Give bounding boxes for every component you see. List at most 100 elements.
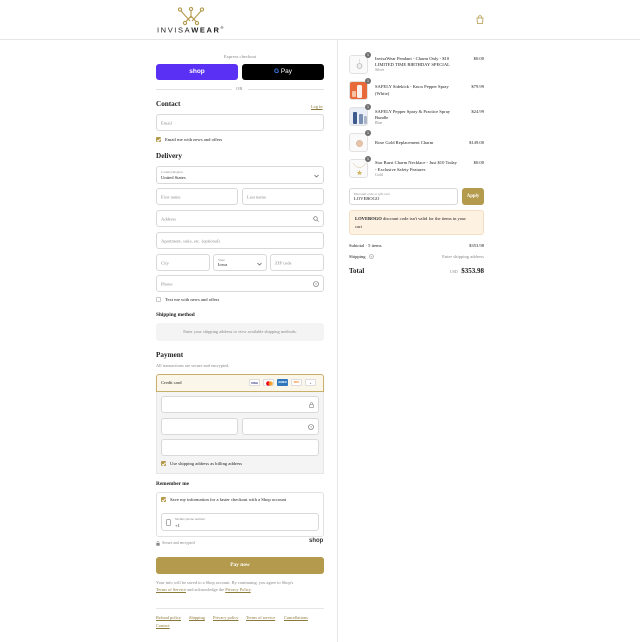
footer-link-cancellations[interactable]: Cancellations — [284, 615, 308, 620]
or-divider-label: OR — [236, 86, 243, 91]
item-price: $79.99 — [471, 84, 484, 89]
phone-field[interactable]: Phone ? — [156, 275, 324, 292]
discount-warning-code: LOVEBOGO — [355, 216, 382, 221]
city-placeholder: City — [161, 260, 169, 265]
text-news-label: Text me with news and offers — [165, 297, 220, 302]
legal-and-text: and acknowledge the — [187, 587, 225, 592]
help-circle-icon[interactable]: ? — [308, 424, 314, 430]
contact-heading: Contact — [156, 100, 181, 108]
quantity-badge: 1 — [365, 52, 371, 58]
info-circle-icon[interactable]: ? — [369, 254, 374, 259]
mobile-phone-field[interactable]: Mobile phone number +1 — [161, 513, 319, 531]
svg-text:?: ? — [315, 283, 317, 287]
item-name-line2: LIMITED TIME BIRTHDAY SPECIAL — [375, 62, 450, 67]
shopping-bag-icon[interactable] — [476, 15, 484, 24]
item-price: $24.99 — [471, 109, 484, 114]
discover-card-icon: DISC — [291, 379, 302, 386]
last-name-placeholder: Last name — [247, 194, 267, 199]
billing-same-checkbox[interactable] — [161, 461, 166, 466]
email-field[interactable]: Email — [156, 114, 324, 131]
item-name: InvisaWear Pendant - Charm Only - $10 — [375, 56, 450, 61]
shop-logo: shop — [309, 538, 324, 544]
google-pay-label: Pay — [280, 68, 293, 75]
legal-line1: Your info will be saved to a Shop accoun… — [156, 580, 294, 585]
help-circle-icon[interactable]: ? — [313, 281, 319, 287]
product-thumbnail — [349, 107, 368, 126]
text-news-checkbox[interactable] — [156, 297, 161, 302]
state-select[interactable]: State Iowa — [213, 254, 267, 271]
first-name-field[interactable]: First name — [156, 188, 238, 205]
item-price: $0.00 — [473, 56, 484, 61]
chevron-down-icon — [314, 174, 319, 178]
zip-placeholder: ZIP code — [275, 260, 292, 265]
total-label: Total — [349, 267, 365, 275]
apply-discount-button[interactable]: Apply — [462, 188, 484, 205]
google-pay-button[interactable]: G Pay — [242, 64, 324, 80]
apartment-field[interactable]: Apartment, suite, etc. (optional) — [156, 232, 324, 249]
phone-placeholder: Phone — [161, 281, 173, 286]
product-thumbnail — [349, 55, 368, 74]
footer-link-contact[interactable]: Contact — [156, 623, 170, 628]
shipping-method-heading: Shipping method — [156, 312, 195, 318]
security-code-field[interactable]: ? — [242, 418, 319, 435]
quantity-badge: 1 — [365, 104, 371, 110]
lock-icon — [156, 541, 160, 546]
item-name: Rose Gold Replacement Charm — [375, 140, 434, 145]
footer-divider — [156, 608, 324, 609]
search-icon — [313, 216, 319, 222]
mobile-phone-label: Mobile phone number — [175, 517, 206, 521]
footer-link-refund[interactable]: Refund policy — [156, 615, 181, 620]
discount-code-field[interactable]: Discount code or gift card LOVEBOGO — [349, 188, 458, 205]
shipping-method-placeholder: Enter your shipping address to view avai… — [156, 323, 324, 341]
save-info-checkbox[interactable] — [161, 497, 166, 502]
subtotal-value: $353.98 — [469, 243, 484, 248]
card-number-field[interactable] — [161, 396, 319, 413]
divider-right — [248, 89, 324, 90]
remember-me-heading: Remember me — [156, 481, 189, 487]
quantity-badge: 1 — [365, 78, 371, 84]
address-field[interactable]: Address — [156, 210, 324, 227]
last-name-field[interactable]: Last name — [242, 188, 324, 205]
terms-of-service-link[interactable]: Terms of Service — [156, 587, 186, 592]
footer-link-shipping[interactable]: Shipping — [189, 615, 205, 620]
privacy-policy-link[interactable]: Privacy Policy — [225, 587, 250, 592]
quantity-badge: 1 — [365, 130, 371, 136]
product-thumbnail — [349, 133, 368, 152]
email-news-label: Email me with news and offers — [165, 137, 223, 142]
country-select[interactable]: Country/Region United States — [156, 166, 324, 184]
google-g-icon: G — [273, 68, 280, 75]
shop-pay-button[interactable]: shop — [156, 64, 238, 80]
chevron-down-icon — [257, 262, 262, 266]
item-name-line2: Bundle — [375, 115, 389, 120]
item-price: $0.00 — [473, 160, 484, 165]
discount-warning-banner: LOVEBOGO discount code isn't valid for t… — [349, 210, 484, 235]
product-thumbnail — [349, 81, 368, 100]
billing-same-label: Use shipping address as billing address — [170, 461, 243, 466]
pay-now-button[interactable]: Pay now — [156, 557, 324, 574]
payment-heading: Payment — [156, 351, 184, 359]
legal-period: . — [250, 587, 252, 592]
expiry-field[interactable] — [161, 418, 238, 435]
discount-warning-line1: LOVEBOGO discount code isn't valid for t… — [355, 216, 466, 221]
city-field[interactable]: City — [156, 254, 210, 271]
visa-card-icon: VISA — [249, 379, 260, 386]
credit-card-label: Credit card — [161, 380, 182, 385]
star-necklace-image-icon — [352, 162, 367, 176]
site-header: INVISAWEAR® — [0, 0, 640, 40]
item-variant: Blue — [375, 121, 383, 125]
zip-field[interactable]: ZIP code — [270, 254, 324, 271]
total-value: $353.98 — [461, 267, 484, 275]
svg-text:?: ? — [310, 426, 312, 430]
brand-wordmark[interactable]: INVISAWEAR® — [157, 25, 225, 35]
login-link[interactable]: Log in — [311, 104, 323, 109]
discount-warning-line2: cart — [355, 224, 362, 229]
item-variant: Silver — [375, 68, 385, 72]
footer-link-terms[interactable]: Terms of service — [246, 615, 275, 620]
email-news-checkbox[interactable] — [156, 137, 161, 142]
pay-now-label: Pay now — [230, 562, 250, 568]
footer-link-privacy[interactable]: Privacy policy — [213, 615, 238, 620]
shipping-label: Shipping — [349, 254, 366, 259]
name-on-card-field[interactable] — [161, 439, 319, 456]
spray-bundle-image-icon — [353, 112, 367, 124]
apply-discount-label: Apply — [466, 194, 480, 199]
